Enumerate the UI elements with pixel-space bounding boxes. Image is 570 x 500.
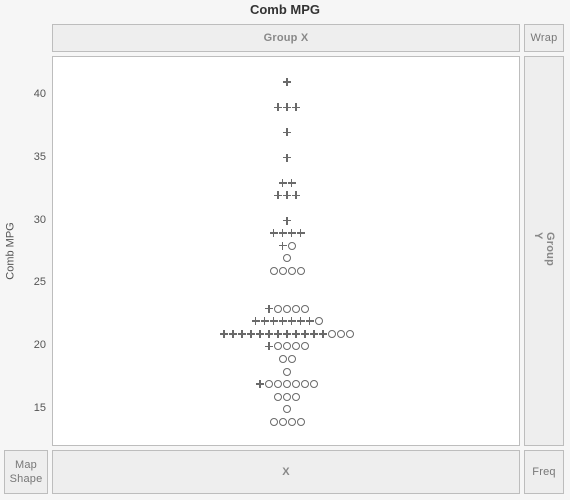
y-axis-title: Comb MPG — [2, 56, 20, 446]
circle-marker — [309, 379, 319, 389]
circle-marker — [291, 392, 301, 402]
plus-marker — [296, 228, 306, 238]
wrap-dropzone[interactable]: Wrap — [524, 24, 564, 52]
plus-marker — [282, 153, 292, 163]
map-shape-dropzone[interactable]: Map Shape — [4, 450, 48, 494]
freq-dropzone[interactable]: Freq — [524, 450, 564, 494]
group-x-dropzone[interactable]: Group X — [52, 24, 520, 52]
y-tick-label: 30 — [34, 214, 46, 226]
y-tick-label: 15 — [34, 402, 46, 414]
y-tick-label: 35 — [34, 151, 46, 163]
chart-title: Comb MPG — [0, 2, 570, 17]
y-tick-label: 40 — [34, 88, 46, 100]
circle-marker — [282, 404, 292, 414]
x-axis-label: X — [282, 466, 290, 478]
circle-marker — [287, 354, 297, 364]
circle-marker — [287, 241, 297, 251]
circle-marker — [296, 266, 306, 276]
x-axis-dropzone[interactable]: X — [52, 450, 520, 494]
plot-area[interactable] — [52, 56, 520, 446]
circle-marker — [296, 417, 306, 427]
freq-label: Freq — [532, 466, 555, 478]
y-axis-ticks: 15 20 25 30 35 40 — [20, 56, 50, 446]
plus-marker — [287, 178, 297, 188]
circle-marker — [300, 341, 310, 351]
plus-marker — [282, 77, 292, 87]
plus-marker — [291, 190, 301, 200]
group-x-label: Group X — [264, 32, 309, 44]
plus-marker — [291, 102, 301, 112]
y-tick-label: 25 — [34, 276, 46, 288]
map-shape-label: Map Shape — [10, 458, 43, 487]
y-tick-label: 20 — [34, 339, 46, 351]
circle-marker — [282, 253, 292, 263]
plus-marker — [282, 127, 292, 137]
circle-marker — [282, 367, 292, 377]
circle-marker — [300, 304, 310, 314]
circle-marker — [314, 316, 324, 326]
wrap-label: Wrap — [531, 32, 558, 44]
circle-marker — [345, 329, 355, 339]
group-y-label: Group Y — [532, 232, 556, 270]
group-y-dropzone[interactable]: Group Y — [524, 56, 564, 446]
plus-marker — [282, 216, 292, 226]
